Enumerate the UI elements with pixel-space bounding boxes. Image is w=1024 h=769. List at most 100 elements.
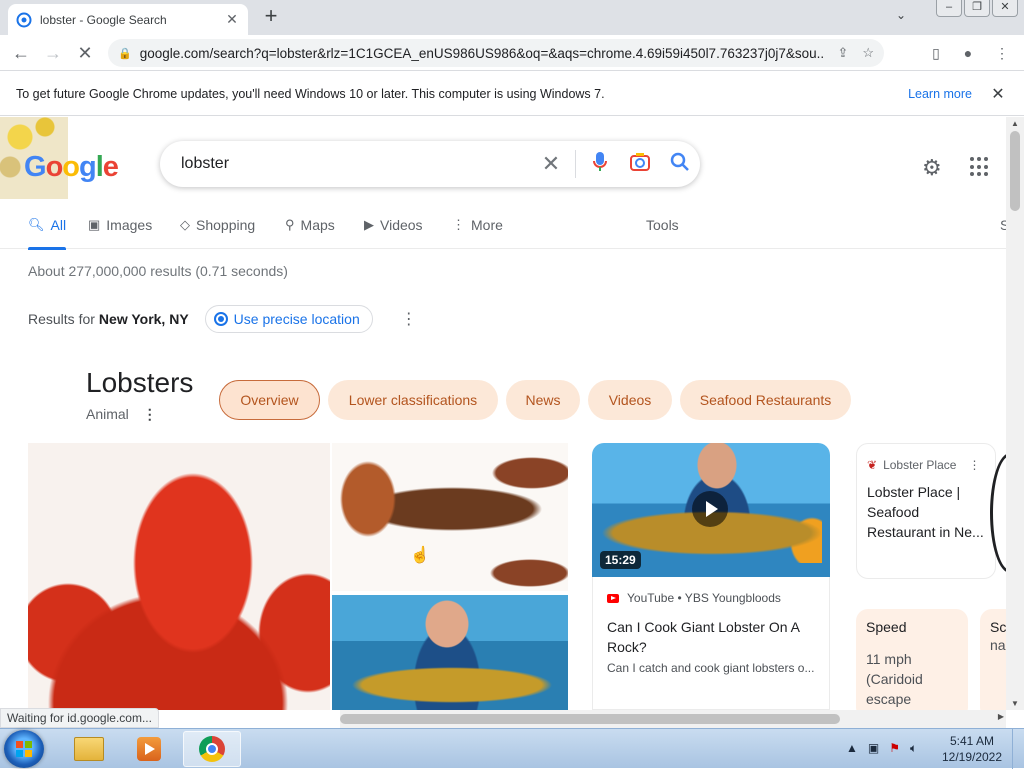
browser-tab[interactable]: lobster - Google Search ✕ xyxy=(8,4,248,35)
chrome-menu-icon[interactable]: ⋮ xyxy=(992,43,1012,63)
share-icon[interactable]: ⇪ xyxy=(837,45,848,61)
chip-seafood-restaurants[interactable]: Seafood Restaurants xyxy=(680,380,851,420)
update-infobar: To get future Google Chrome updates, you… xyxy=(0,72,1024,116)
play-icon[interactable] xyxy=(692,491,728,527)
tab-search-chevron-icon[interactable]: ⌄ xyxy=(896,8,906,22)
address-bar[interactable]: 🔒 google.com/search?q=lobster&rlz=1C1GCE… xyxy=(108,39,884,67)
restore-icon[interactable]: ❐ xyxy=(964,0,990,17)
back-arrow-icon[interactable]: ← xyxy=(10,42,32,64)
lobster-image-large[interactable] xyxy=(28,443,330,710)
lobster-image-brown[interactable] xyxy=(332,443,568,591)
lobster-place-logo-icon: ❦ xyxy=(867,458,878,472)
system-tray: ▲ ▣ ⚑ 🔈︎ xyxy=(846,741,917,756)
diver-lobster-image[interactable] xyxy=(332,595,568,710)
search-input[interactable]: lobster xyxy=(181,155,531,173)
taskbar-explorer[interactable] xyxy=(60,731,118,767)
new-tab-icon[interactable]: + xyxy=(260,5,282,28)
learn-more-link[interactable]: Learn more xyxy=(908,87,972,101)
place-more-icon[interactable]: ⋮ xyxy=(968,458,980,472)
scroll-down-icon[interactable]: ▼ xyxy=(1006,699,1024,708)
taskbar-chrome[interactable] xyxy=(183,731,241,767)
video-duration: 15:29 xyxy=(600,551,641,569)
tab-strip: lobster - Google Search ✕ + ⌄ – ❐ ✕ xyxy=(0,0,1024,35)
scroll-right-icon[interactable]: ▶ xyxy=(998,712,1004,721)
logo-letter: o xyxy=(45,151,64,183)
camera-lens-icon[interactable] xyxy=(620,152,660,177)
location-target-icon xyxy=(213,312,228,326)
map-pin-icon: ⚲ xyxy=(285,217,295,232)
more-vert-icon: ⋮ xyxy=(452,217,465,232)
start-button-icon[interactable] xyxy=(4,730,44,768)
logo-letter: g xyxy=(79,151,97,183)
taskbar-clock[interactable]: 5:41 AM 12/19/2022 xyxy=(936,733,1008,765)
video-thumbnail[interactable]: 15:29 xyxy=(592,443,830,577)
vertical-scrollbar[interactable]: ▲ ▼ xyxy=(1006,117,1024,710)
bookmark-star-icon[interactable]: ☆ xyxy=(862,45,874,61)
tab-close-icon[interactable]: ✕ xyxy=(224,11,240,28)
infobar-message: To get future Google Chrome updates, you… xyxy=(16,86,605,101)
video-card[interactable]: YouTube • YBS Youngbloods Can I Cook Gia… xyxy=(592,577,830,710)
show-hidden-icons-icon[interactable]: ▲ xyxy=(846,741,858,756)
location-name: New York, NY xyxy=(98,311,189,327)
place-title[interactable]: Lobster Place | Seafood Restaurant in Ne… xyxy=(867,482,985,542)
google-apps-icon[interactable] xyxy=(970,157,990,177)
kp-subtitle: Animal xyxy=(86,406,129,422)
tab-maps[interactable]: ⚲ Maps xyxy=(285,217,335,233)
taskbar-media-player[interactable] xyxy=(120,731,178,767)
video-title[interactable]: Can I Cook Giant Lobster On A Rock? xyxy=(607,617,815,657)
tab-all[interactable]: 🔍︎ All xyxy=(28,217,67,250)
kp-title: Lobsters xyxy=(86,367,194,398)
tab-shopping[interactable]: ◇ Shopping xyxy=(180,217,255,233)
chip-videos[interactable]: Videos xyxy=(588,380,672,420)
kp-more-icon[interactable]: ⋮ xyxy=(143,406,157,422)
scrollbar-thumb[interactable] xyxy=(1010,131,1020,211)
place-card[interactable]: ❦ Lobster Place ⋮ Lobster Place | Seafoo… xyxy=(856,443,996,579)
horizontal-scrollbar[interactable]: ▶ xyxy=(340,710,1006,728)
forward-arrow-icon[interactable]: → xyxy=(42,42,64,64)
network-icon[interactable]: ▣ xyxy=(868,741,879,756)
place-source: Lobster Place xyxy=(883,458,957,472)
window-close-icon[interactable]: ✕ xyxy=(992,0,1018,17)
url-text: google.com/search?q=lobster&rlz=1C1GCEA_… xyxy=(139,45,824,61)
tab-more[interactable]: ⋮ More xyxy=(452,217,503,233)
use-precise-location-button[interactable]: Use precise location xyxy=(204,305,373,333)
lock-icon[interactable]: 🔒 xyxy=(118,47,132,60)
search-box[interactable]: lobster ✕ xyxy=(160,141,700,187)
clear-search-icon[interactable]: ✕ xyxy=(531,151,571,177)
fact-card-speed[interactable]: Speed 11 mph (Caridoid escape xyxy=(856,609,968,710)
tools-button[interactable]: Tools xyxy=(646,217,679,233)
google-doodle-logo[interactable]: Google xyxy=(24,151,119,184)
search-icon: 🔍︎ xyxy=(28,217,45,232)
hscrollbar-thumb[interactable] xyxy=(340,714,840,724)
search-icon[interactable] xyxy=(660,152,700,177)
fact-label: Speed xyxy=(866,619,907,635)
fact-value: na xyxy=(990,637,1006,653)
microphone-icon[interactable] xyxy=(580,151,620,178)
tab-images[interactable]: ▣ Images xyxy=(88,217,152,233)
location-more-icon[interactable]: ⋮ xyxy=(401,309,417,329)
volume-icon[interactable]: 🔈︎ xyxy=(910,741,917,756)
search-results-page: Google lobster ✕ ⚙ 🔍︎ All ▣ Images ◇ Sho… xyxy=(0,117,1006,710)
clock-time: 5:41 AM xyxy=(949,734,995,748)
stop-loading-icon[interactable]: ✕ xyxy=(74,42,96,64)
place-source-row: ❦ Lobster Place ⋮ xyxy=(867,458,985,472)
windows-taskbar: ▲ ▣ ⚑ 🔈︎ 5:41 AM 12/19/2022 xyxy=(0,728,1024,769)
minimize-icon[interactable]: – xyxy=(936,0,962,17)
settings-gear-icon[interactable]: ⚙ xyxy=(922,155,942,181)
action-center-flag-icon[interactable]: ⚑ xyxy=(889,741,900,756)
chip-news[interactable]: News xyxy=(506,380,580,420)
video-icon: ▶ xyxy=(364,217,374,232)
profile-avatar-icon[interactable]: ● xyxy=(958,43,978,63)
scroll-up-icon[interactable]: ▲ xyxy=(1006,119,1024,128)
show-desktop-button[interactable] xyxy=(1012,729,1024,769)
chip-overview[interactable]: Overview xyxy=(219,380,320,420)
chip-lower-classifications[interactable]: Lower classifications xyxy=(328,380,498,420)
location-row: Results for New York, NY Use precise loc… xyxy=(28,305,417,333)
logo-letter: o xyxy=(62,151,80,183)
tab-videos[interactable]: ▶ Videos xyxy=(364,217,423,233)
infobar-close-icon[interactable]: ✕ xyxy=(988,84,1008,104)
kp-subtitle-row: Animal ⋮ xyxy=(86,406,157,423)
side-panel-icon[interactable]: ▯ xyxy=(926,43,946,63)
fact-card-partial[interactable]: Sc na xyxy=(980,609,1006,710)
tab-title: lobster - Google Search xyxy=(40,12,167,27)
